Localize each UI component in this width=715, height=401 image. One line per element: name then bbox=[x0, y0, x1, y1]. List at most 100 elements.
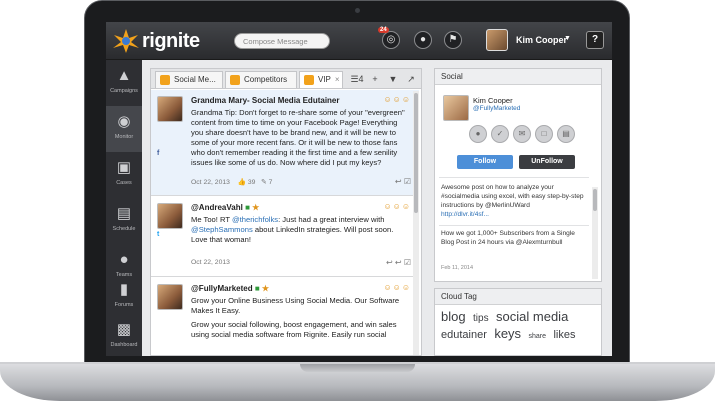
tab-vip[interactable]: VIP × bbox=[299, 71, 343, 88]
sidebar-item-dashboard[interactable]: ▩ Dashboard bbox=[106, 314, 142, 356]
tag-cloud: blog tips social media edutainer keys sh… bbox=[441, 309, 597, 344]
cloud-word[interactable]: tips bbox=[473, 313, 489, 324]
follow-button[interactable]: Follow bbox=[457, 155, 513, 169]
lock-icon bbox=[304, 75, 314, 85]
unfollow-button[interactable]: UnFollow bbox=[519, 155, 575, 169]
twitter-icon: t bbox=[157, 231, 160, 238]
camera bbox=[355, 8, 360, 13]
sidebar-item-label: Campaigns bbox=[110, 88, 138, 94]
close-icon[interactable]: × bbox=[335, 75, 340, 84]
expand-icon[interactable]: ↗ bbox=[403, 72, 419, 87]
tab-competitors[interactable]: Competitors bbox=[225, 71, 297, 88]
panel-title: Cloud Tag bbox=[435, 289, 601, 305]
cloud-word[interactable]: social media bbox=[496, 309, 568, 324]
post-date: Oct 22, 2013 bbox=[191, 179, 230, 186]
stream-post[interactable]: @FullyMarketed ■ ★ ☺☺☺ Grow your Online … bbox=[151, 278, 419, 356]
cloud-word[interactable]: likes bbox=[553, 329, 575, 341]
followers-icon: ● bbox=[469, 125, 487, 143]
cloud-word[interactable]: blog bbox=[441, 309, 466, 324]
tab-label: Competitors bbox=[244, 75, 288, 84]
post-author[interactable]: @FullyMarketed ■ ★ bbox=[191, 284, 269, 293]
laptop-notch bbox=[300, 364, 415, 372]
feed-item[interactable]: How we got 1,000+ Subscribers from a Sin… bbox=[441, 229, 587, 247]
messages-icon: ✉ bbox=[513, 125, 531, 143]
post-actions-icon[interactable]: ☺☺☺ bbox=[383, 95, 411, 104]
trophy-icon: ★ bbox=[252, 203, 260, 212]
stream-post[interactable]: t @AndreaVahl ■ ★ ☺☺☺ Me Too! RT @theric… bbox=[151, 197, 419, 277]
schedule-icon: ▤ bbox=[116, 205, 132, 222]
add-tab-icon[interactable]: + bbox=[367, 72, 383, 87]
sidebar-item-campaigns[interactable]: ▲ Campaigns bbox=[106, 60, 142, 106]
folder-icon: ▤ bbox=[557, 125, 575, 143]
sidebar-item-label: Cases bbox=[116, 180, 132, 186]
compose-message-input[interactable]: Compose Message bbox=[234, 33, 330, 49]
tab-label: Social Me... bbox=[174, 75, 216, 84]
trophy-icon: ★ bbox=[261, 284, 270, 293]
tab-list-button[interactable]: ☰4 bbox=[347, 72, 367, 87]
rignite-logo-icon bbox=[113, 29, 139, 53]
post-text: Me Too! RT bbox=[191, 215, 232, 224]
avatar bbox=[443, 95, 469, 121]
tab-label: VIP bbox=[318, 75, 331, 84]
user-avatar[interactable] bbox=[486, 29, 508, 51]
brand-name: rignite bbox=[142, 30, 200, 52]
avatar bbox=[157, 284, 183, 310]
cases-icon: □ bbox=[535, 125, 553, 143]
mention-link[interactable]: @StephSammons bbox=[191, 225, 253, 234]
sidebar: ▲ Campaigns ◉ Monitor ▣ Cases ▤ Schedule… bbox=[106, 60, 142, 356]
lock-icon bbox=[160, 75, 170, 85]
post-actions-icon[interactable]: ☺☺☺ bbox=[383, 202, 411, 211]
feed-date: Feb 11, 2014 bbox=[441, 265, 474, 271]
cloud-word[interactable]: edutainer bbox=[441, 329, 487, 341]
post-author-name: @AndreaVahl bbox=[191, 203, 243, 212]
post-author[interactable]: Grandma Mary- Social Media Edutainer bbox=[191, 96, 339, 105]
mention-link[interactable]: @therichfolks bbox=[232, 215, 278, 224]
forums-icon: ▮ bbox=[119, 281, 129, 298]
stream-post[interactable]: f Grandma Mary- Social Media Edutainer ☺… bbox=[151, 90, 419, 196]
profile-handle[interactable]: @FullyMarketed bbox=[473, 105, 520, 112]
cloud-word[interactable]: share bbox=[529, 333, 547, 340]
sidebar-item-cases[interactable]: ▣ Cases bbox=[106, 152, 142, 198]
teams-icon: ● bbox=[119, 251, 129, 268]
chat-icon[interactable]: ● bbox=[414, 31, 432, 49]
cloud-tag-panel: Cloud Tag blog tips social media edutain… bbox=[434, 288, 602, 356]
feed-text: Awesome post on how to analyze your #soc… bbox=[441, 184, 584, 209]
app-screen: rignite Compose Message ◎ 24 ● ⚑ Kim Coo… bbox=[106, 22, 612, 356]
divider bbox=[439, 225, 589, 226]
social-panel: Social Kim Cooper @FullyMarketed ● ✓ ✉ □… bbox=[434, 68, 602, 282]
post-author[interactable]: @AndreaVahl ■ ★ bbox=[191, 203, 259, 212]
flag-icon[interactable]: ⚑ bbox=[444, 31, 462, 49]
feed-link[interactable]: http://dlvr.it/4sf... bbox=[441, 211, 489, 218]
tab-count: 4 bbox=[358, 74, 364, 84]
filter-icon[interactable]: ▼ bbox=[385, 72, 401, 87]
sidebar-item-label: Dashboard bbox=[110, 342, 138, 348]
facebook-icon: f bbox=[157, 150, 160, 157]
lock-icon bbox=[230, 75, 240, 85]
post-actions-icon[interactable]: ☺☺☺ bbox=[383, 283, 411, 292]
binoculars-icon: ◉ bbox=[117, 113, 131, 130]
bookmark-icon: ■ bbox=[254, 284, 260, 293]
user-name[interactable]: Kim Cooper bbox=[516, 35, 567, 45]
avatar bbox=[157, 96, 183, 122]
sidebar-item-schedule[interactable]: ▤ Schedule bbox=[106, 198, 142, 244]
comment-count: 7 bbox=[268, 179, 273, 186]
cloud-word[interactable]: keys bbox=[494, 326, 521, 341]
tab-social-media[interactable]: Social Me... bbox=[155, 71, 223, 88]
stream-column: Social Me... Competitors VIP × ☰4 + ▼ ↗ f bbox=[150, 68, 422, 356]
sidebar-item-monitor[interactable]: ◉ Monitor bbox=[106, 106, 142, 152]
notification-badge: 24 bbox=[378, 27, 389, 33]
profile-name: Kim Cooper bbox=[473, 96, 513, 105]
globe-icon[interactable]: ◎ bbox=[382, 31, 400, 49]
stream-scrollbar-thumb[interactable] bbox=[414, 93, 418, 213]
help-button[interactable]: ? bbox=[586, 31, 604, 49]
laptop-stage: rignite Compose Message ◎ 24 ● ⚑ Kim Coo… bbox=[0, 0, 715, 401]
sidebar-item-forums[interactable]: ▮ Forums bbox=[106, 274, 142, 314]
reply-icon[interactable]: ↩ ☑ bbox=[395, 177, 411, 186]
post-body: Grow your social following, boost engage… bbox=[191, 320, 397, 339]
feed-item[interactable]: Awesome post on how to analyze your #soc… bbox=[441, 183, 587, 219]
chevron-down-icon[interactable]: ▼ bbox=[564, 35, 571, 42]
social-scrollbar-thumb[interactable] bbox=[593, 189, 597, 211]
reply-icon[interactable]: ↩ ↩ ☑ bbox=[386, 258, 411, 267]
post-author-name: @FullyMarketed bbox=[191, 284, 253, 293]
top-bar: rignite Compose Message ◎ 24 ● ⚑ Kim Coo… bbox=[106, 22, 612, 60]
